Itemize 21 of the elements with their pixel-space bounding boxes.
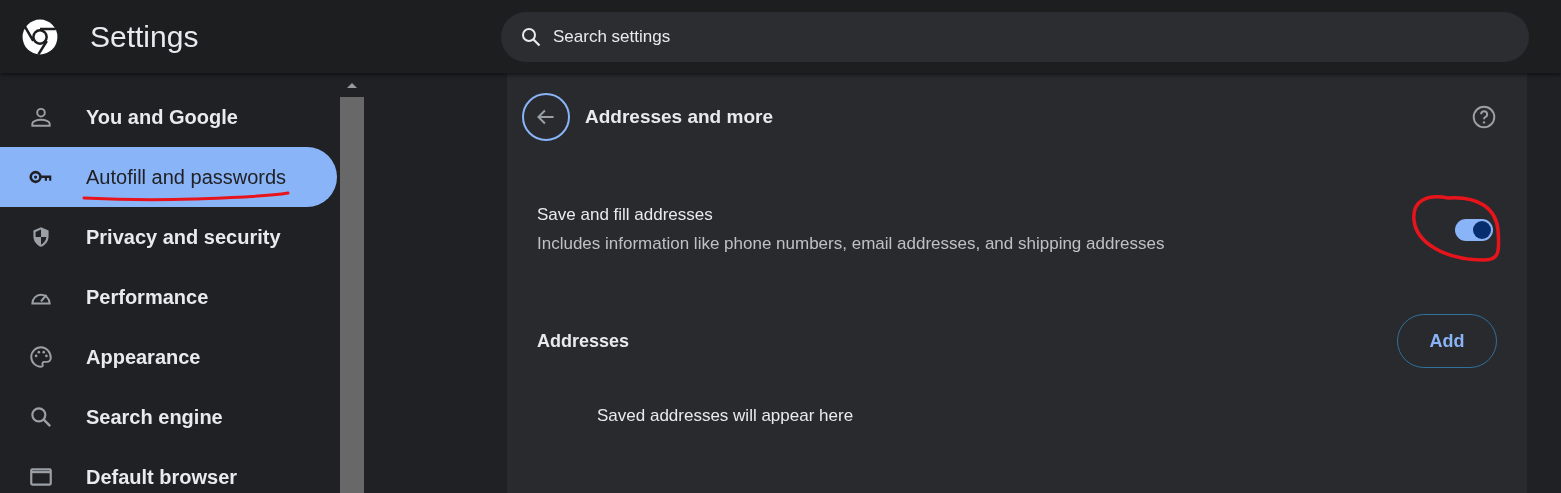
sidebar-item[interactable]: You and Google: [0, 87, 337, 147]
card-title: Addresses and more: [585, 106, 774, 128]
empty-message: Saved addresses will appear here: [596, 406, 855, 426]
sidebar-item[interactable]: Appearance: [0, 327, 337, 387]
help-icon[interactable]: [1471, 104, 1497, 130]
browser-logo-icon: [21, 17, 59, 56]
sidebar-item[interactable]: Default browser: [0, 447, 337, 493]
setting-title: Save and fill addresses: [537, 205, 714, 225]
sidebar-item[interactable]: Autofill and passwords: [0, 147, 337, 207]
sidebar-item[interactable]: Privacy and security: [0, 207, 337, 267]
back-button[interactable]: [522, 93, 570, 141]
scrollbar[interactable]: [340, 73, 364, 493]
section-title: Addresses: [537, 330, 631, 352]
search-icon: [28, 404, 54, 430]
palette-icon: [28, 344, 54, 370]
toggle-switch[interactable]: [1455, 218, 1493, 241]
page-title: Settings: [90, 19, 200, 54]
sidebar-item[interactable]: Performance: [0, 267, 337, 327]
search-field[interactable]: Search settings: [501, 11, 1529, 62]
setting-description: Includes information like phone numbers, email addresses, and shipping addresses: [537, 234, 1166, 254]
sidebar-item[interactable]: Search engine: [0, 387, 337, 447]
